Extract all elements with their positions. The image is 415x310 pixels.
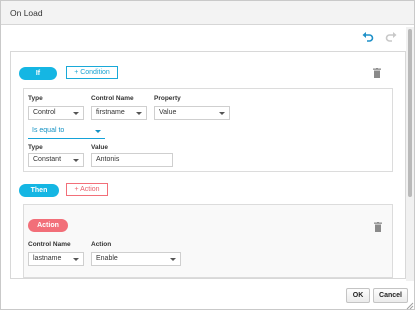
value-type-label: Type bbox=[28, 144, 43, 151]
operator-select[interactable]: Is equal to bbox=[28, 125, 105, 139]
control-name-select[interactable]: firstname bbox=[91, 106, 147, 120]
action-control-select-value: lastname bbox=[33, 255, 62, 262]
type-select[interactable]: Control bbox=[28, 106, 84, 120]
action-type-label: Action bbox=[91, 241, 112, 248]
title-bar: On Load bbox=[1, 1, 414, 25]
chevron-down-icon bbox=[73, 159, 79, 162]
action-badge: Action bbox=[28, 219, 68, 232]
chevron-down-icon bbox=[170, 258, 176, 261]
scrollbar-thumb[interactable] bbox=[408, 29, 412, 197]
chevron-down-icon bbox=[136, 112, 142, 115]
type-label: Type bbox=[28, 95, 43, 102]
undo-icon[interactable] bbox=[362, 31, 374, 43]
ok-button[interactable]: OK bbox=[346, 288, 370, 303]
action-control-name-label: Control Name bbox=[28, 241, 71, 248]
rule-editor: If + Condition Type Control Name Propert… bbox=[10, 51, 406, 279]
property-select[interactable]: Value bbox=[154, 106, 230, 120]
value-type-select[interactable]: Constant bbox=[28, 153, 84, 167]
then-badge: Then bbox=[19, 184, 59, 197]
resize-grip-icon[interactable] bbox=[405, 301, 414, 310]
redo-icon[interactable] bbox=[385, 31, 397, 43]
value-input[interactable]: Antonis bbox=[91, 153, 173, 167]
add-condition-button[interactable]: + Condition bbox=[66, 66, 118, 79]
value-type-select-value: Constant bbox=[33, 156, 62, 163]
action-panel: Action Control Name Action lastname Enab… bbox=[23, 204, 393, 278]
type-select-value: Control bbox=[33, 109, 56, 116]
condition-panel: Type Control Name Property Control first… bbox=[23, 88, 393, 172]
control-name-select-value: firstname bbox=[96, 109, 125, 116]
property-select-value: Value bbox=[159, 109, 177, 116]
value-label: Value bbox=[91, 144, 108, 151]
dialog-title: On Load bbox=[10, 8, 43, 18]
if-badge: If bbox=[19, 67, 57, 80]
property-label: Property bbox=[154, 95, 181, 102]
control-name-label: Control Name bbox=[91, 95, 134, 102]
action-select[interactable]: Enable bbox=[91, 252, 181, 266]
add-action-button[interactable]: + Action bbox=[66, 183, 108, 196]
cancel-button[interactable]: Cancel bbox=[373, 288, 408, 303]
on-load-dialog: On Load If + Condition Type Control Name… bbox=[0, 0, 415, 310]
chevron-down-icon bbox=[95, 130, 101, 133]
trash-icon[interactable] bbox=[373, 68, 381, 78]
chevron-down-icon bbox=[73, 258, 79, 261]
action-control-select[interactable]: lastname bbox=[28, 252, 84, 266]
trash-icon[interactable] bbox=[374, 222, 382, 232]
operator-select-value: Is equal to bbox=[32, 127, 65, 134]
chevron-down-icon bbox=[73, 112, 79, 115]
action-select-value: Enable bbox=[96, 255, 118, 262]
chevron-down-icon bbox=[219, 112, 225, 115]
